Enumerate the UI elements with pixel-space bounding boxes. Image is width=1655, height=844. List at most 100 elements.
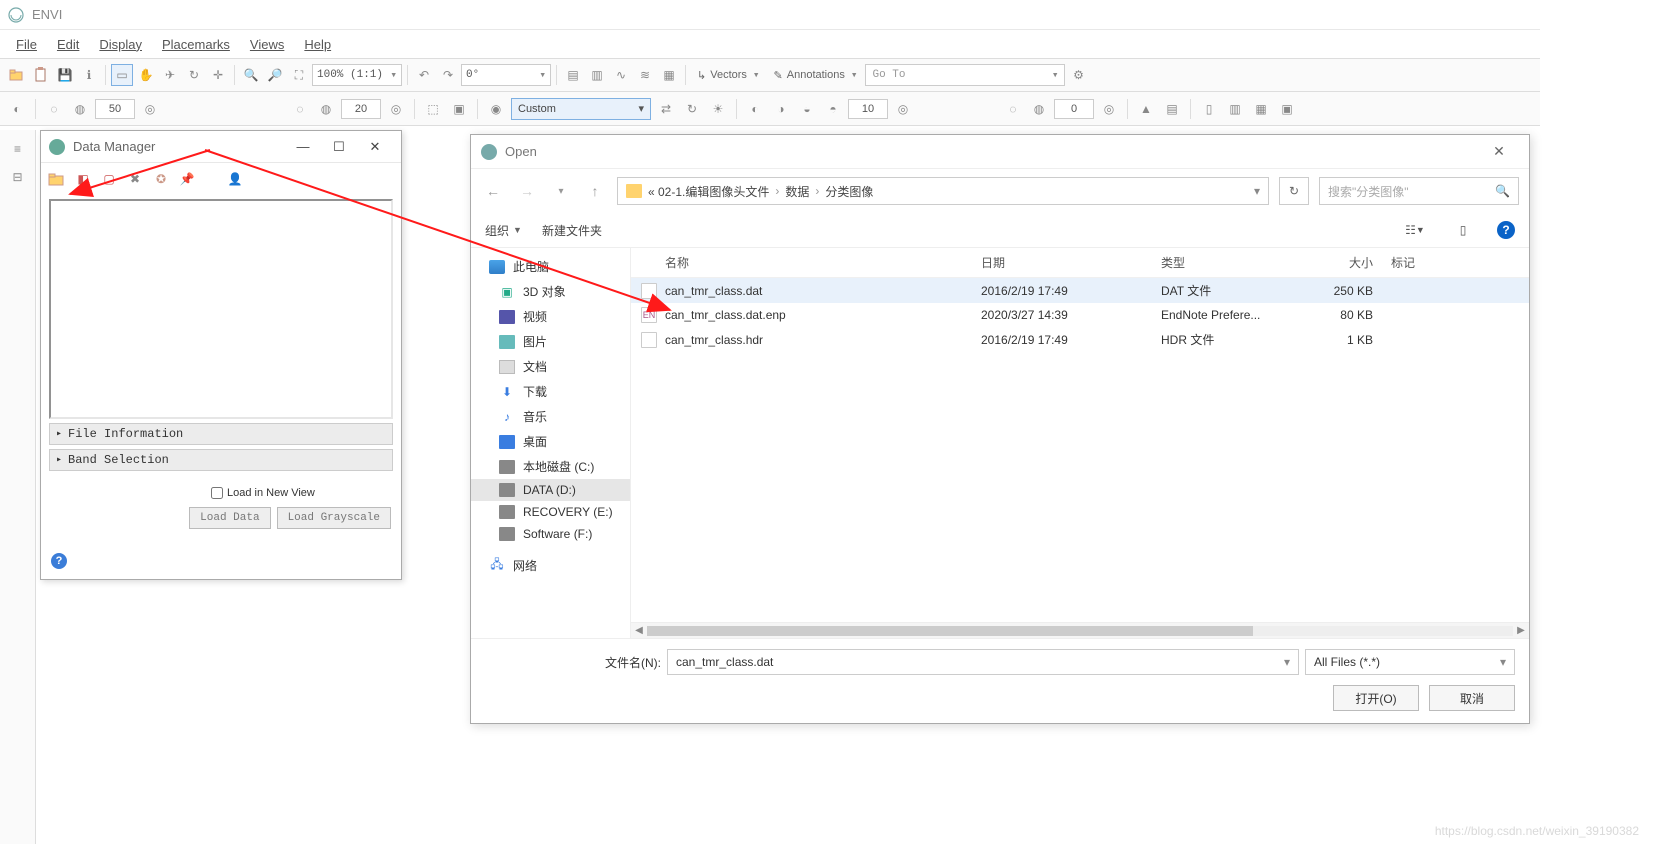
menu-display[interactable]: Display — [91, 35, 150, 54]
col-size[interactable]: 大小 — [1321, 254, 1391, 271]
tree-disk-d[interactable]: DATA (D:) — [471, 479, 630, 501]
dm-globe-icon[interactable]: ✪ — [151, 169, 171, 189]
dm-load-new-checkbox[interactable]: Load in New View — [211, 487, 315, 499]
organize-button[interactable]: 组织▼ — [485, 222, 522, 239]
sidebar-collapse-icon[interactable]: ⊟ — [7, 166, 29, 188]
tree-this-pc[interactable]: 此电脑 — [471, 254, 630, 279]
tree-disk-e[interactable]: RECOVERY (E:) — [471, 501, 630, 523]
tree-documents[interactable]: 文档 — [471, 354, 630, 379]
refresh-icon[interactable]: ↻ — [681, 98, 703, 120]
nav-forward-icon[interactable]: → — [515, 179, 539, 203]
nav-dropdown-icon[interactable]: ▾ — [549, 179, 573, 203]
tree-downloads[interactable]: ⬇下载 — [471, 379, 630, 404]
dm-close-icon[interactable]: ▢ — [99, 169, 119, 189]
stretch-combo[interactable]: Custom — [511, 98, 651, 120]
file-list-header[interactable]: 名称 日期 类型 大小 标记 — [631, 248, 1529, 278]
folder-tree[interactable]: 此电脑 ▣3D 对象 视频 图片 文档 ⬇下载 ♪音乐 桌面 本地磁盘 (C:)… — [471, 248, 631, 638]
dm-view-icon[interactable]: ◧ — [73, 169, 93, 189]
crumb-2[interactable]: 分类图像 — [825, 183, 873, 200]
dm-open-icon[interactable] — [47, 169, 67, 189]
zoom-out-icon[interactable]: 🔎 — [264, 64, 286, 86]
zoom-in-icon[interactable]: 🔍 — [240, 64, 262, 86]
menu-edit[interactable]: Edit — [49, 35, 87, 54]
horizontal-scrollbar[interactable]: ◀ ▶ — [631, 622, 1529, 638]
scroll-left-icon[interactable]: ◀ — [631, 624, 647, 638]
grid1-icon[interactable]: ▲ — [1135, 98, 1157, 120]
dm-section-fileinfo[interactable]: File Information — [49, 423, 393, 445]
load-grayscale-button[interactable]: Load Grayscale — [277, 507, 391, 529]
dm-pin-icon[interactable]: 📌 — [177, 169, 197, 189]
rot-left-icon[interactable]: ↶ — [413, 64, 435, 86]
tree-disk-f[interactable]: Software (F:) — [471, 523, 630, 545]
open-icon[interactable] — [6, 64, 28, 86]
st7-icon[interactable]: ◌ — [1002, 98, 1024, 120]
menu-placemarks[interactable]: Placemarks — [154, 35, 238, 54]
menu-views[interactable]: Views — [242, 35, 292, 54]
tree-disk-c[interactable]: 本地磁盘 (C:) — [471, 454, 630, 479]
info-icon[interactable]: ℹ — [78, 64, 100, 86]
layer2-icon[interactable]: ▥ — [586, 64, 608, 86]
dm-delete-icon[interactable]: ✖ — [125, 169, 145, 189]
st5-icon[interactable]: ◓ — [822, 98, 844, 120]
rotate-icon[interactable]: ↻ — [183, 64, 205, 86]
st2-icon[interactable]: ◐ — [744, 98, 766, 120]
open-button[interactable]: 打开(O) — [1333, 685, 1419, 711]
layer-icon[interactable]: ▤ — [562, 64, 584, 86]
crumb-root[interactable]: « 02-1.编辑图像头文件 — [648, 183, 769, 200]
nav-up-icon[interactable]: ↑ — [583, 179, 607, 203]
value-box-4[interactable]: 0 — [1054, 99, 1094, 119]
gear-icon[interactable]: ⚙ — [1067, 64, 1089, 86]
open-close-button[interactable]: ✕ — [1479, 139, 1519, 165]
tb2-a-icon[interactable]: ◐ — [6, 98, 28, 120]
file-row[interactable]: ENcan_tmr_class.dat.enp2020/3/27 14:39En… — [631, 303, 1529, 327]
tb2-f-icon[interactable]: ◍ — [315, 98, 337, 120]
close-button[interactable]: ✕ — [357, 135, 393, 159]
filename-combo[interactable]: can_tmr_class.dat — [667, 649, 1299, 675]
filter-combo[interactable]: All Files (*.*) — [1305, 649, 1515, 675]
save-icon[interactable]: 💾 — [54, 64, 76, 86]
search-input[interactable]: 搜索"分类图像" 🔍 — [1319, 177, 1519, 205]
roi-icon[interactable]: ▦ — [658, 64, 680, 86]
minimize-button[interactable]: — — [285, 135, 321, 159]
value-box-3[interactable]: 10 — [848, 99, 888, 119]
st8-icon[interactable]: ◍ — [1028, 98, 1050, 120]
tree-music[interactable]: ♪音乐 — [471, 404, 630, 429]
tb2-g-icon[interactable]: ◎ — [385, 98, 407, 120]
vectors-dropdown[interactable]: ↳Vectors — [691, 64, 766, 86]
fly-icon[interactable]: ✈ — [159, 64, 181, 86]
file-row[interactable]: can_tmr_class.hdr2016/2/19 17:49HDR 文件1 … — [631, 327, 1529, 352]
crumb-1[interactable]: 数据 — [785, 183, 809, 200]
tree-network[interactable]: 🖧网络 — [471, 553, 630, 578]
crosshair-icon[interactable]: ✛ — [207, 64, 229, 86]
spectral-icon[interactable]: ≋ — [634, 64, 656, 86]
v3-icon[interactable]: ▦ — [1250, 98, 1272, 120]
tree-video[interactable]: 视频 — [471, 304, 630, 329]
value-box-2[interactable]: 20 — [341, 99, 381, 119]
menu-file[interactable]: File — [8, 35, 45, 54]
tb2-d-icon[interactable]: ◎ — [139, 98, 161, 120]
zoom-fit-icon[interactable]: ⛶ — [288, 64, 310, 86]
v1-icon[interactable]: ▯ — [1198, 98, 1220, 120]
hist-icon[interactable]: ⇄ — [655, 98, 677, 120]
st3-icon[interactable]: ◑ — [770, 98, 792, 120]
scroll-right-icon[interactable]: ▶ — [1513, 624, 1529, 638]
extent-icon[interactable]: ▣ — [448, 98, 470, 120]
cursor-icon[interactable]: ▭ — [111, 64, 133, 86]
file-row[interactable]: can_tmr_class.dat2016/2/19 17:49DAT 文件25… — [631, 278, 1529, 303]
col-name[interactable]: 名称 — [641, 254, 981, 271]
view-mode-icon[interactable]: ☷ ▼ — [1401, 219, 1429, 241]
rot-right-icon[interactable]: ↷ — [437, 64, 459, 86]
cancel-button[interactable]: 取消 — [1429, 685, 1515, 711]
menu-help[interactable]: Help — [296, 35, 339, 54]
col-tag[interactable]: 标记 — [1391, 254, 1441, 271]
clipboard-icon[interactable] — [30, 64, 52, 86]
col-date[interactable]: 日期 — [981, 254, 1161, 271]
target-icon[interactable]: ◉ — [485, 98, 507, 120]
breadcrumb[interactable]: « 02-1.编辑图像头文件 › 数据 › 分类图像 — [617, 177, 1269, 205]
v4-icon[interactable]: ▣ — [1276, 98, 1298, 120]
zoom-combo[interactable]: 100% (1:1) — [312, 64, 402, 86]
st6-icon[interactable]: ◎ — [892, 98, 914, 120]
load-data-button[interactable]: Load Data — [189, 507, 270, 529]
tb2-e-icon[interactable]: ◌ — [289, 98, 311, 120]
value-box-1[interactable]: 50 — [95, 99, 135, 119]
